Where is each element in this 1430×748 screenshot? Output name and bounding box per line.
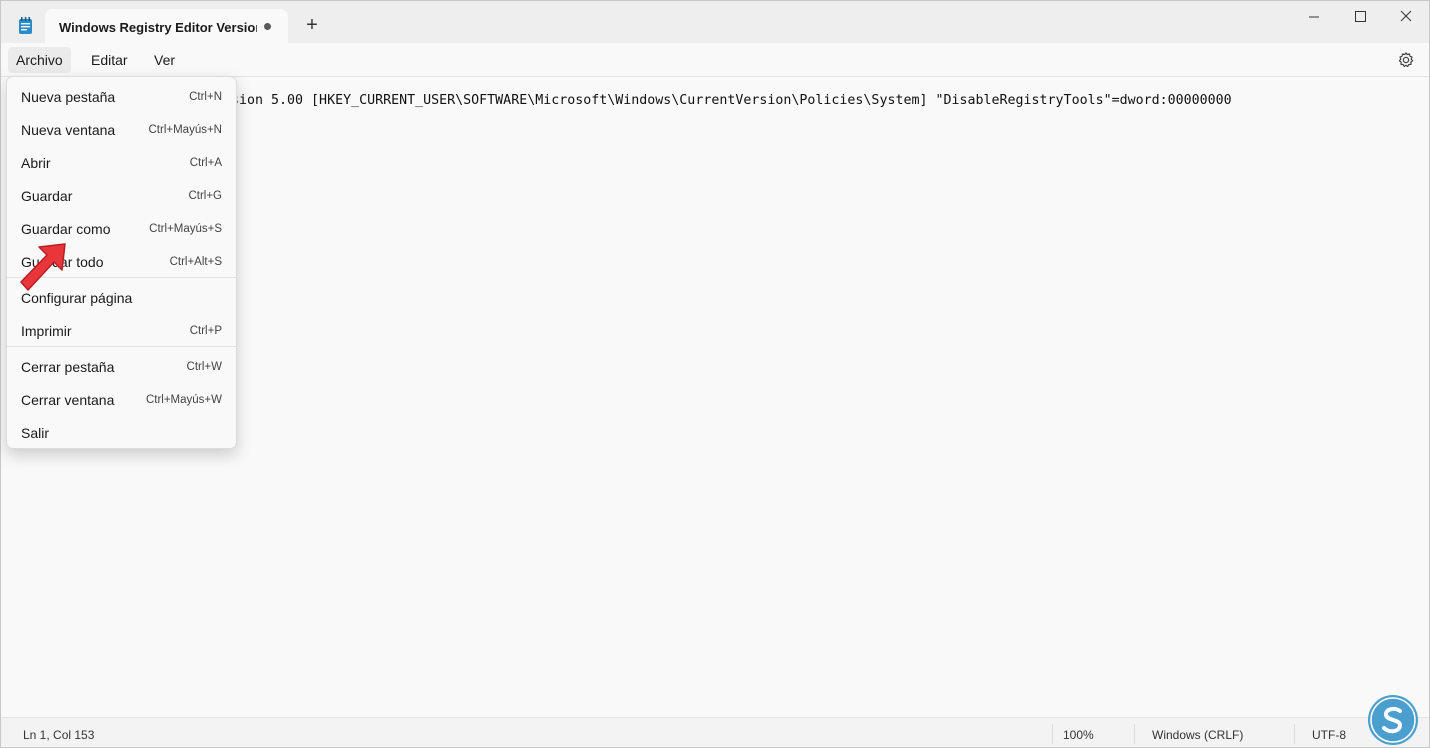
watermark-logo-icon <box>1368 695 1418 745</box>
menu-bar: Archivo Editar Ver <box>1 43 1429 77</box>
cursor-position: Ln 1, Col 153 <box>23 728 95 742</box>
menu-item-nueva-pestana[interactable]: Nueva pestaña Ctrl+N <box>7 79 236 112</box>
tab-title: Windows Registry Editor Version 5. <box>59 20 257 35</box>
status-divider <box>1052 724 1053 744</box>
menu-item-shortcut: Ctrl+G <box>188 190 222 202</box>
menu-item-cerrar-pestana[interactable]: Cerrar pestaña Ctrl+W <box>7 349 236 382</box>
status-divider <box>1294 724 1295 744</box>
menu-divider <box>7 346 236 347</box>
encoding[interactable]: UTF-8 <box>1312 728 1346 742</box>
menu-item-label: Guardar <box>21 188 73 204</box>
menu-item-label: Cerrar ventana <box>21 392 115 408</box>
menu-item-label: Guardar como <box>21 221 111 237</box>
menu-item-label: Nueva ventana <box>21 122 116 138</box>
menu-item-nueva-ventana[interactable]: Nueva ventana Ctrl+Mayús+N <box>7 112 236 145</box>
menu-archivo[interactable]: Archivo <box>8 47 71 73</box>
menu-item-cerrar-ventana[interactable]: Cerrar ventana Ctrl+Mayús+W <box>7 382 236 415</box>
maximize-button[interactable] <box>1337 1 1383 33</box>
new-tab-button[interactable]: + <box>300 15 324 39</box>
menu-item-shortcut: Ctrl+Mayús+S <box>149 223 222 235</box>
menu-item-label: Imprimir <box>21 323 72 339</box>
close-button[interactable] <box>1383 1 1429 33</box>
menu-item-label: Salir <box>21 425 50 441</box>
minimize-icon <box>1309 16 1319 18</box>
menu-item-label: Cerrar pestaña <box>21 359 115 375</box>
editor-content: sion 5.00 [HKEY_CURRENT_USER\SOFTWARE\Mi… <box>231 93 1232 108</box>
menu-item-shortcut: Ctrl+A <box>189 157 222 169</box>
menu-item-shortcut: Ctrl+Mayús+N <box>148 124 223 136</box>
line-ending[interactable]: Windows (CRLF) <box>1152 728 1243 742</box>
minimize-button[interactable] <box>1291 1 1337 33</box>
notepad-app-icon <box>18 17 33 40</box>
title-bar: Windows Registry Editor Version 5. + <box>1 1 1429 43</box>
status-divider <box>1134 724 1135 744</box>
pointer-arrow-icon <box>20 243 66 291</box>
maximize-icon <box>1355 11 1366 22</box>
menu-item-abrir[interactable]: Abrir Ctrl+A <box>7 145 236 178</box>
menu-item-label: Abrir <box>21 155 51 171</box>
menu-item-shortcut: Ctrl+W <box>186 361 222 373</box>
menu-item-shortcut: Ctrl+P <box>189 325 222 337</box>
menu-item-guardar[interactable]: Guardar Ctrl+G <box>7 178 236 211</box>
menu-ver[interactable]: Ver <box>146 47 183 73</box>
status-bar: Ln 1, Col 153 100% Windows (CRLF) UTF-8 <box>1 717 1429 747</box>
menu-item-shortcut: Ctrl+N <box>189 91 222 103</box>
menu-editar[interactable]: Editar <box>83 47 136 73</box>
gear-icon[interactable] <box>1397 51 1415 74</box>
menu-item-salir[interactable]: Salir <box>7 415 236 448</box>
unsaved-indicator-icon[interactable] <box>264 23 271 30</box>
close-icon <box>1400 10 1412 22</box>
menu-item-shortcut: Ctrl+Alt+S <box>169 256 222 268</box>
menu-item-label: Nueva pestaña <box>21 89 116 105</box>
menu-item-shortcut: Ctrl+Mayús+W <box>145 394 222 406</box>
zoom-level[interactable]: 100% <box>1063 728 1094 742</box>
menu-item-imprimir[interactable]: Imprimir Ctrl+P <box>7 313 236 346</box>
document-tab[interactable]: Windows Registry Editor Version 5. <box>45 9 288 43</box>
